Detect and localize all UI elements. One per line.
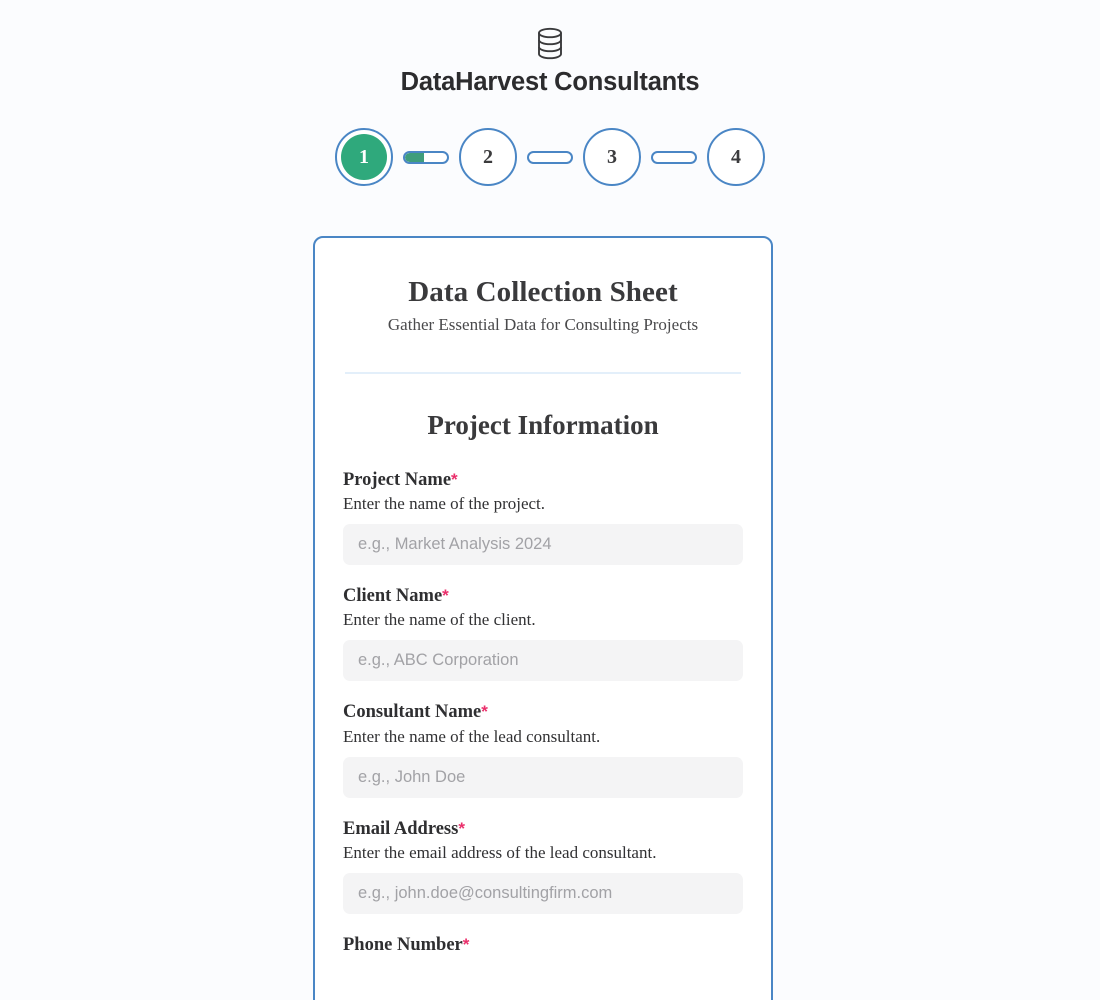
form-card: Data Collection Sheet Gather Essential D… bbox=[313, 236, 773, 1000]
page-root: DataHarvest Consultants 1 2 3 4 Data Col… bbox=[0, 0, 1100, 1000]
field-email-address-label: Email Address* bbox=[343, 818, 743, 841]
section-title-project-information: Project Information bbox=[427, 409, 659, 440]
field-project-name-description: Enter the name of the project. bbox=[343, 493, 546, 513]
brand-header: DataHarvest Consultants bbox=[0, 0, 1100, 96]
required-asterisk: * bbox=[442, 586, 449, 606]
step-connector-2 bbox=[527, 150, 573, 164]
field-consultant-name-description: Enter the name of the lead consultant. bbox=[343, 726, 601, 746]
step-1-label: 1 bbox=[341, 134, 387, 181]
field-email-address-description: Enter the email address of the lead cons… bbox=[343, 842, 657, 862]
step-indicator: 1 2 3 4 bbox=[0, 128, 1100, 187]
field-project-name: Project Name* Enter the name of the proj… bbox=[343, 469, 743, 566]
required-asterisk: * bbox=[462, 935, 470, 955]
step-4-label: 4 bbox=[731, 145, 741, 168]
field-consultant-name-label-text: Consultant Name bbox=[343, 702, 482, 723]
field-client-name-description: Enter the name of the client. bbox=[343, 610, 536, 630]
database-icon bbox=[533, 26, 567, 62]
required-asterisk: * bbox=[458, 818, 465, 838]
step-3-label: 3 bbox=[607, 145, 617, 168]
field-phone-number-label-text: Phone Number bbox=[343, 935, 463, 956]
step-connector-1-fill bbox=[405, 152, 424, 162]
header-divider bbox=[345, 371, 741, 374]
field-project-name-label: Project Name* bbox=[343, 469, 743, 492]
field-phone-number: Phone Number* bbox=[343, 934, 743, 957]
step-3[interactable]: 3 bbox=[583, 128, 641, 187]
client-name-input[interactable] bbox=[343, 640, 743, 682]
required-asterisk: * bbox=[481, 702, 488, 722]
field-consultant-name-label: Consultant Name* bbox=[343, 701, 743, 724]
step-connector-3 bbox=[651, 150, 697, 164]
field-email-address: Email Address* Enter the email address o… bbox=[343, 818, 743, 915]
step-2-label: 2 bbox=[483, 145, 493, 168]
email-address-input[interactable] bbox=[343, 873, 743, 915]
page-title: Data Collection Sheet bbox=[408, 276, 678, 308]
required-asterisk: * bbox=[451, 469, 458, 489]
field-phone-number-label: Phone Number* bbox=[343, 934, 743, 957]
field-email-address-label-text: Email Address bbox=[343, 818, 459, 839]
step-2[interactable]: 2 bbox=[459, 128, 517, 187]
project-name-input[interactable] bbox=[343, 524, 743, 566]
field-client-name: Client Name* Enter the name of the clien… bbox=[343, 585, 743, 682]
field-consultant-name: Consultant Name* Enter the name of the l… bbox=[343, 701, 743, 798]
field-project-name-label-text: Project Name bbox=[343, 469, 452, 490]
step-1[interactable]: 1 bbox=[335, 128, 393, 187]
consultant-name-input[interactable] bbox=[343, 756, 743, 798]
page-subtitle: Gather Essential Data for Consulting Pro… bbox=[387, 315, 699, 335]
step-4[interactable]: 4 bbox=[707, 128, 765, 187]
step-connector-1 bbox=[403, 150, 449, 164]
form-fields: Project Name* Enter the name of the proj… bbox=[343, 469, 743, 958]
field-client-name-label-text: Client Name bbox=[343, 586, 443, 607]
field-client-name-label: Client Name* bbox=[343, 585, 743, 608]
brand-name: DataHarvest Consultants bbox=[400, 68, 700, 96]
